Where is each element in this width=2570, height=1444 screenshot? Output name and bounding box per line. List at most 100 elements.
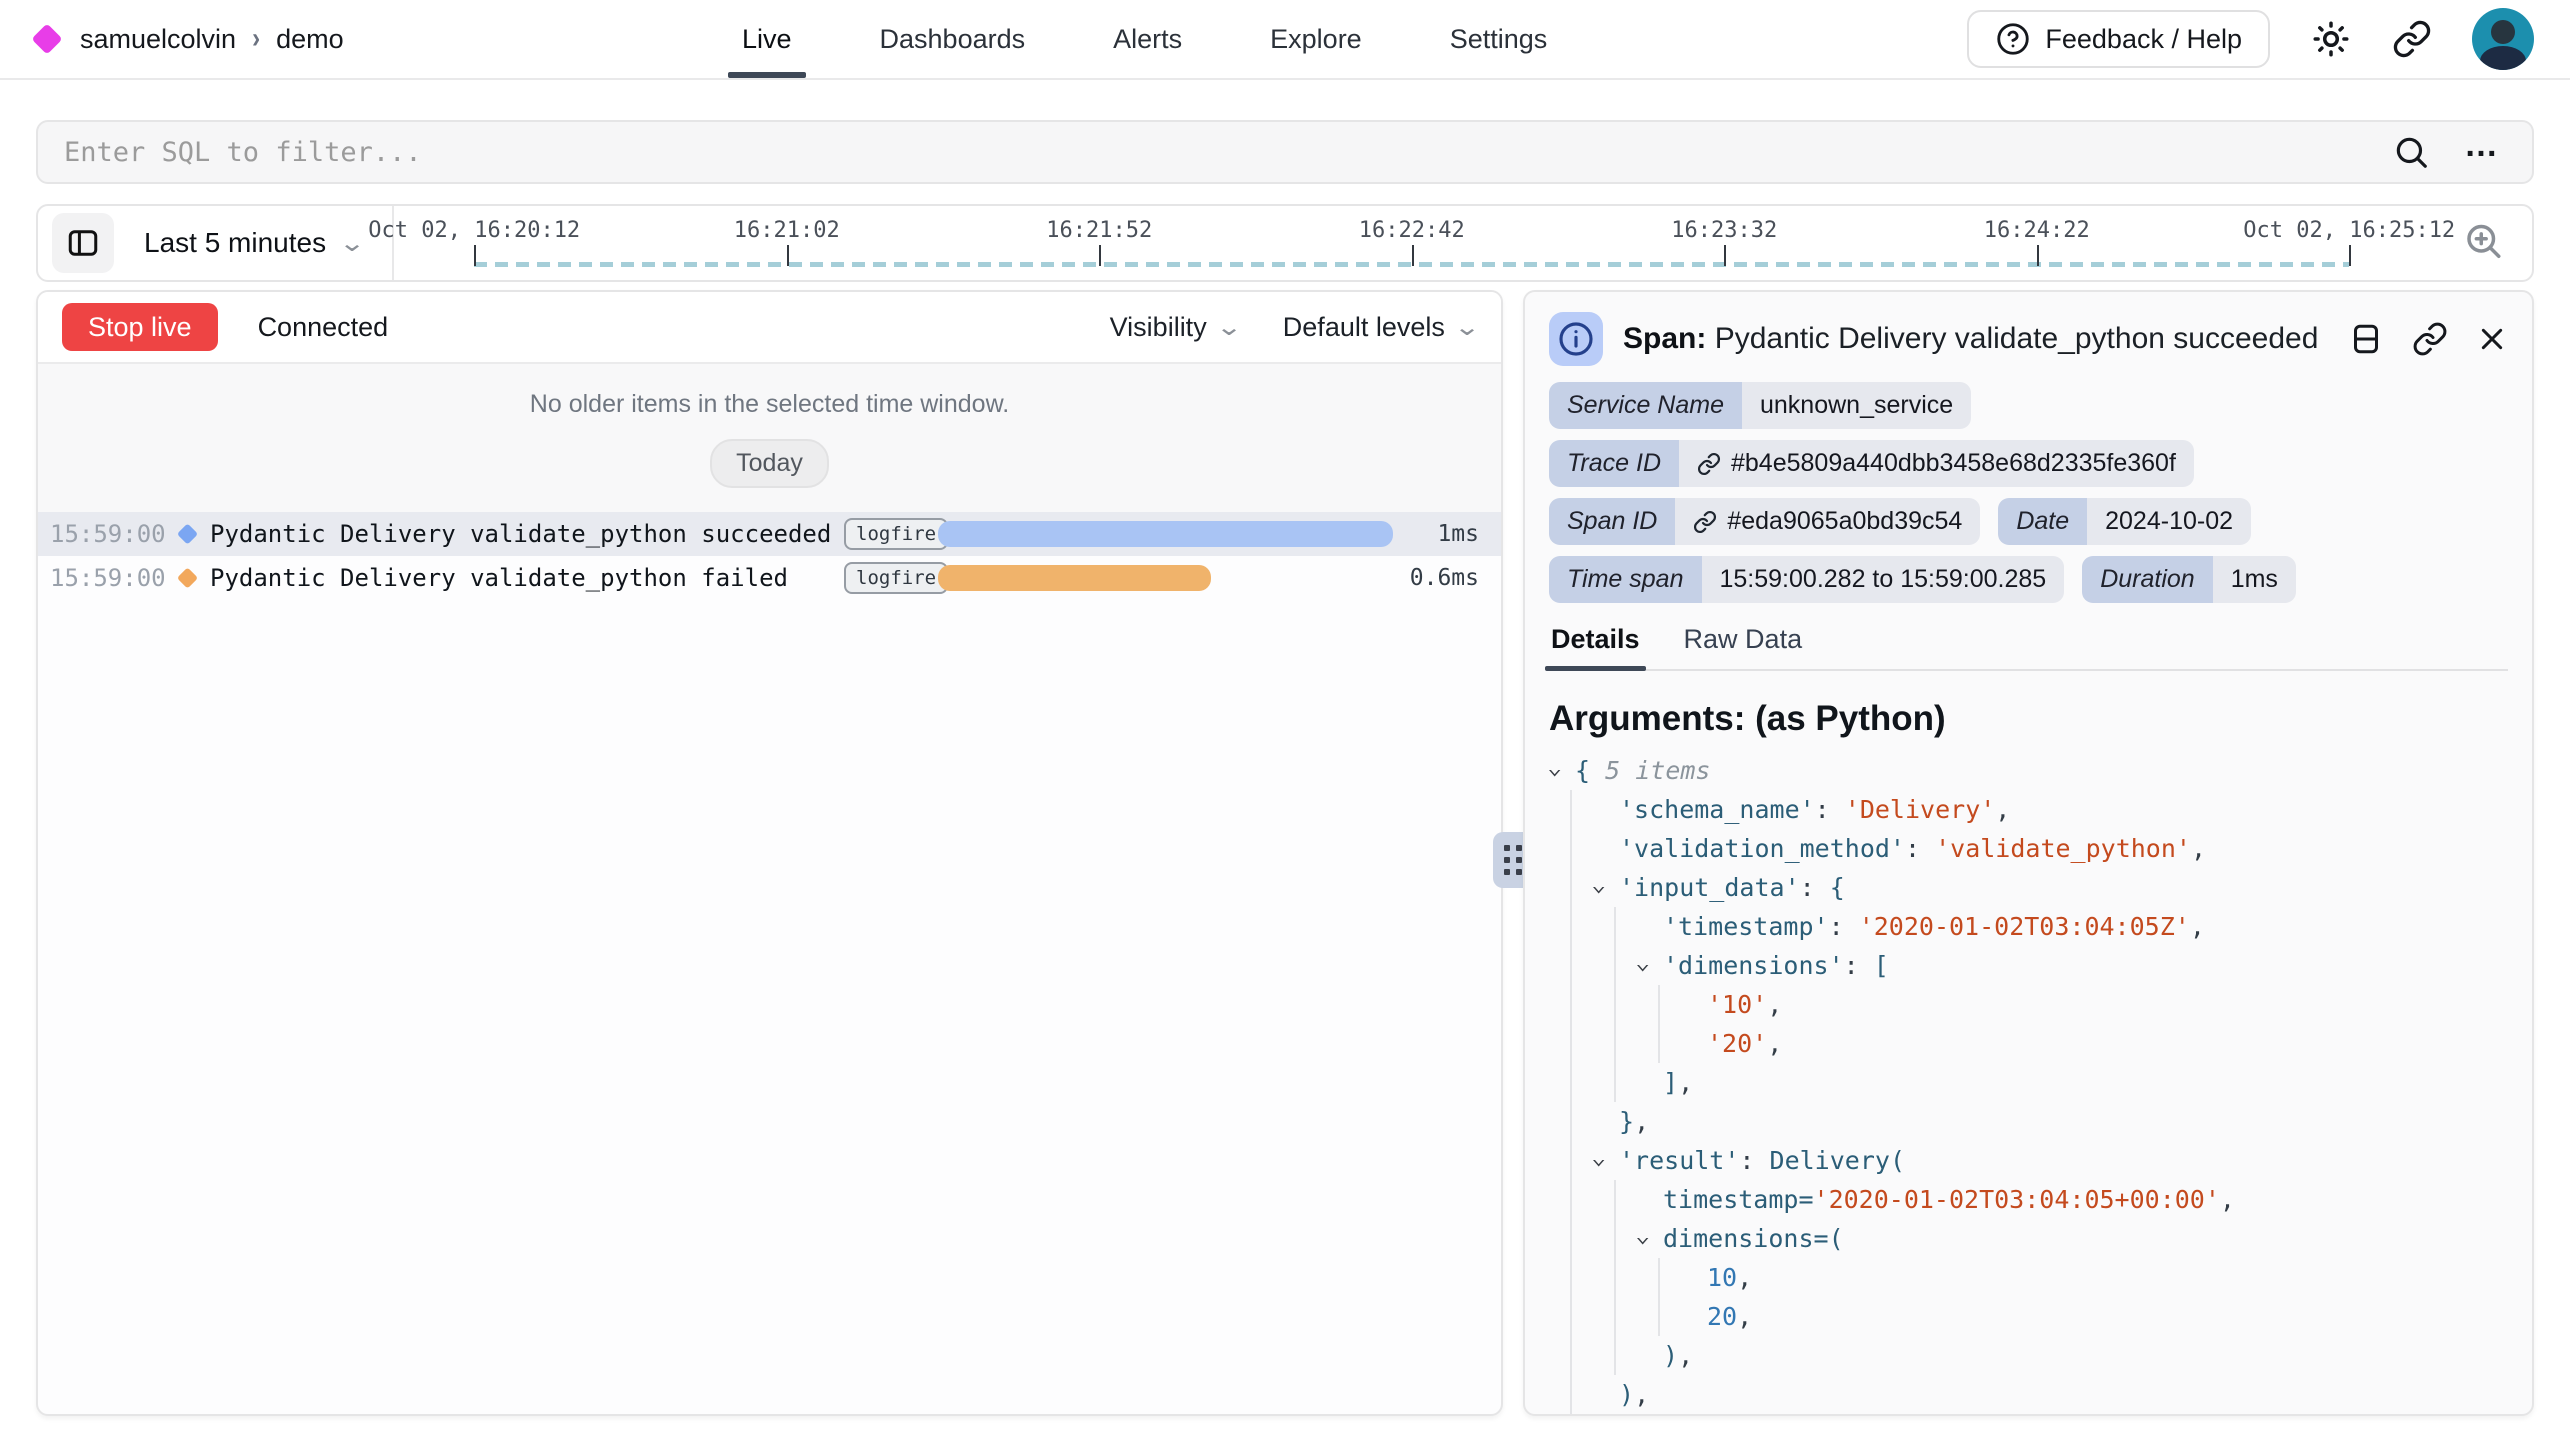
tab-dashboards[interactable]: Dashboards <box>880 0 1026 78</box>
badge-label: Date <box>1998 498 2087 545</box>
code-token: : <box>1800 873 1830 902</box>
badge-label: Service Name <box>1549 382 1742 429</box>
code-token: ) <box>1619 1380 1634 1409</box>
log-row[interactable]: 15:59:00Pydantic Delivery validate_pytho… <box>38 556 1501 600</box>
indent-guide <box>1658 1297 1660 1336</box>
arguments-code-tree: ⌄{ 5 items'schema_name': 'Delivery','val… <box>1549 751 2508 1414</box>
tab-label: Explore <box>1270 24 1362 55</box>
share-link-button[interactable] <box>2392 19 2432 59</box>
breadcrumb-separator-icon: › <box>252 22 260 56</box>
badge-row: Trace ID#b4e5809a440dbb3458e68d2335fe360… <box>1549 440 2508 487</box>
active-tab-underline <box>728 72 806 78</box>
timeline-tick <box>2349 245 2351 266</box>
code-token: ( <box>1829 1224 1844 1253</box>
connection-status: Connected <box>258 312 389 343</box>
panel-layout-icon <box>65 225 101 261</box>
user-avatar[interactable] <box>2472 8 2534 70</box>
collapse-chevron-icon[interactable]: ⌄ <box>1547 749 1562 788</box>
collapse-chevron-icon[interactable]: ⌄ <box>1635 1217 1650 1256</box>
indent-guide <box>1570 868 1572 907</box>
indent-guide <box>1570 1219 1572 1258</box>
span-attribute-badges: Service Nameunknown_service Trace ID#b4e5… <box>1549 382 2508 603</box>
timeline-tick <box>1412 245 1414 266</box>
breadcrumb-org[interactable]: samuelcolvin <box>80 24 236 55</box>
search-button[interactable] <box>2392 133 2430 171</box>
expand-rows-button[interactable] <box>2348 321 2384 357</box>
indent-guide <box>1614 1336 1616 1375</box>
span-detail-header: Span: Pydantic Delivery validate_python … <box>1549 292 2508 366</box>
code-token: : <box>1829 912 1859 941</box>
tab-settings[interactable]: Settings <box>1450 0 1548 78</box>
duration-bar <box>938 521 1393 547</box>
code-token: [ <box>1874 951 1889 980</box>
sidebar-toggle-button[interactable] <box>52 213 114 273</box>
span-title: Span: Pydantic Delivery validate_python … <box>1623 322 2318 356</box>
header-right: Feedback / Help <box>1967 8 2534 70</box>
feedback-help-button[interactable]: Feedback / Help <box>1967 10 2270 68</box>
today-chip: Today <box>710 439 829 488</box>
code-line: }, <box>1549 1102 2508 1141</box>
indent-guide <box>1570 1024 1572 1063</box>
code-token: 'dimensions' <box>1663 951 1844 980</box>
code-token: , <box>2190 912 2205 941</box>
badge-label: Duration <box>2082 556 2213 603</box>
tab-live[interactable]: Live <box>742 0 792 78</box>
code-token: ] <box>1663 1068 1678 1097</box>
tab-raw-data[interactable]: Raw Data <box>1682 614 1805 669</box>
collapse-chevron-icon[interactable]: ⌄ <box>1591 866 1606 905</box>
timeline-tick-label: 16:21:52 <box>1046 218 1152 243</box>
theme-toggle-button[interactable] <box>2310 18 2352 60</box>
duration-label: 0.6ms <box>1410 565 1479 591</box>
indent-guide <box>1570 790 1572 829</box>
sun-icon <box>2310 18 2352 60</box>
timeline[interactable]: Oct 02, 16:20:1216:21:0216:21:5216:22:42… <box>394 206 2422 280</box>
code-token: 'validation_method' <box>1619 834 1905 863</box>
code-token: : <box>1815 795 1845 824</box>
badge-label: Trace ID <box>1549 440 1679 487</box>
code-token: 'Delivery' <box>1845 795 1996 824</box>
indent-guide <box>1570 1180 1572 1219</box>
code-token: { <box>1830 873 1845 902</box>
chevron-down-icon: ⌄ <box>339 229 366 258</box>
badge-row: Service Nameunknown_service <box>1549 382 2508 429</box>
badge-value[interactable]: #b4e5809a440dbb3458e68d2335fe360f <box>1679 440 2194 487</box>
logfire-tag: logfire <box>844 562 948 594</box>
indent-guide <box>1570 1297 1572 1336</box>
feedback-help-label: Feedback / Help <box>2045 24 2242 55</box>
timeline-tick-label: Oct 02, 16:25:12 <box>2243 218 2455 243</box>
timeline-tick <box>474 245 476 266</box>
collapse-chevron-icon[interactable]: ⌄ <box>1591 1139 1606 1178</box>
live-logs-panel: Stop live Connected Visibility ⌄ Default… <box>36 290 1503 1416</box>
time-range-select[interactable]: Last 5 minutes ⌄ <box>144 227 362 259</box>
timeline-zoom-button[interactable] <box>2462 220 2504 267</box>
stop-live-button[interactable]: Stop live <box>62 303 218 351</box>
more-options-button[interactable]: … <box>2464 135 2502 169</box>
collapse-chevron-icon[interactable]: ⌄ <box>1635 944 1650 983</box>
copy-link-button[interactable] <box>2412 321 2448 357</box>
badge-value-text: 2024-10-02 <box>2105 507 2233 536</box>
breadcrumb-project[interactable]: demo <box>276 24 344 55</box>
indent-guide <box>1570 985 1572 1024</box>
sql-filter-input[interactable] <box>38 137 2392 168</box>
tab-explore[interactable]: Explore <box>1270 0 1362 78</box>
empty-state: No older items in the selected time wind… <box>38 364 1501 512</box>
indent-guide <box>1614 1180 1616 1219</box>
tab-details[interactable]: Details <box>1549 614 1642 669</box>
sql-filter-bar: … <box>36 120 2534 184</box>
tab-alerts[interactable]: Alerts <box>1113 0 1182 78</box>
code-line: 'timestamp': '2020-01-02T03:04:05Z', <box>1549 907 2508 946</box>
log-timestamp: 15:59:00 <box>50 520 166 548</box>
logfire-logo-icon[interactable] <box>31 23 62 54</box>
tab-label: Dashboards <box>880 24 1026 55</box>
code-line: ⌄'result': Delivery( <box>1549 1141 2508 1180</box>
code-token: , <box>1634 1380 1649 1409</box>
badge-value[interactable]: #eda9065a0bd39c54 <box>1675 498 1980 545</box>
badge-date: Date 2024-10-02 <box>1998 498 2251 545</box>
visibility-dropdown[interactable]: Visibility ⌄ <box>1110 312 1239 343</box>
default-levels-dropdown[interactable]: Default levels ⌄ <box>1283 312 1477 343</box>
timeline-tick-label: 16:21:02 <box>734 218 840 243</box>
badge-trace-id: Trace ID#b4e5809a440dbb3458e68d2335fe360… <box>1549 440 2194 487</box>
log-row[interactable]: 15:59:00Pydantic Delivery validate_pytho… <box>38 512 1501 556</box>
timeline-tick <box>1099 245 1101 266</box>
close-panel-button[interactable] <box>2476 323 2508 355</box>
